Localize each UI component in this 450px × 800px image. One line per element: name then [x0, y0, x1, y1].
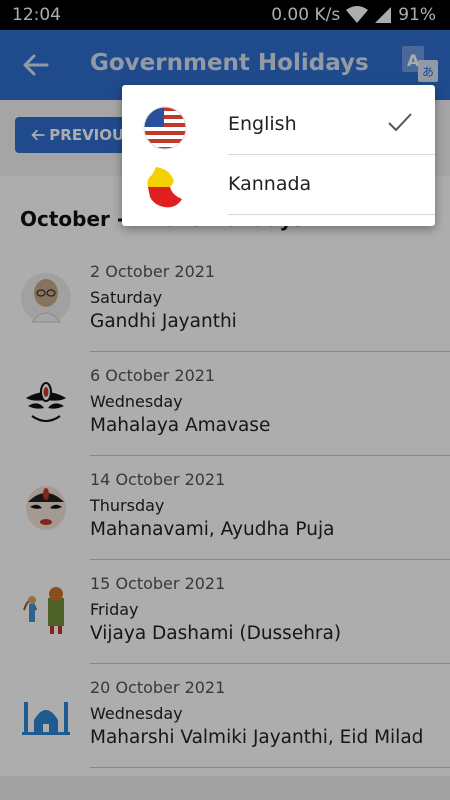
- divider: [228, 214, 435, 215]
- language-option-kannada[interactable]: Kannada: [122, 155, 435, 215]
- language-label: Kannada: [228, 173, 312, 195]
- karnataka-map-icon: [147, 167, 182, 208]
- language-option-english[interactable]: English: [122, 95, 435, 155]
- checkmark-icon: [388, 113, 412, 132]
- us-flag-icon: [143, 106, 187, 150]
- language-label: English: [228, 113, 297, 135]
- language-menu: English Kannada: [122, 85, 435, 226]
